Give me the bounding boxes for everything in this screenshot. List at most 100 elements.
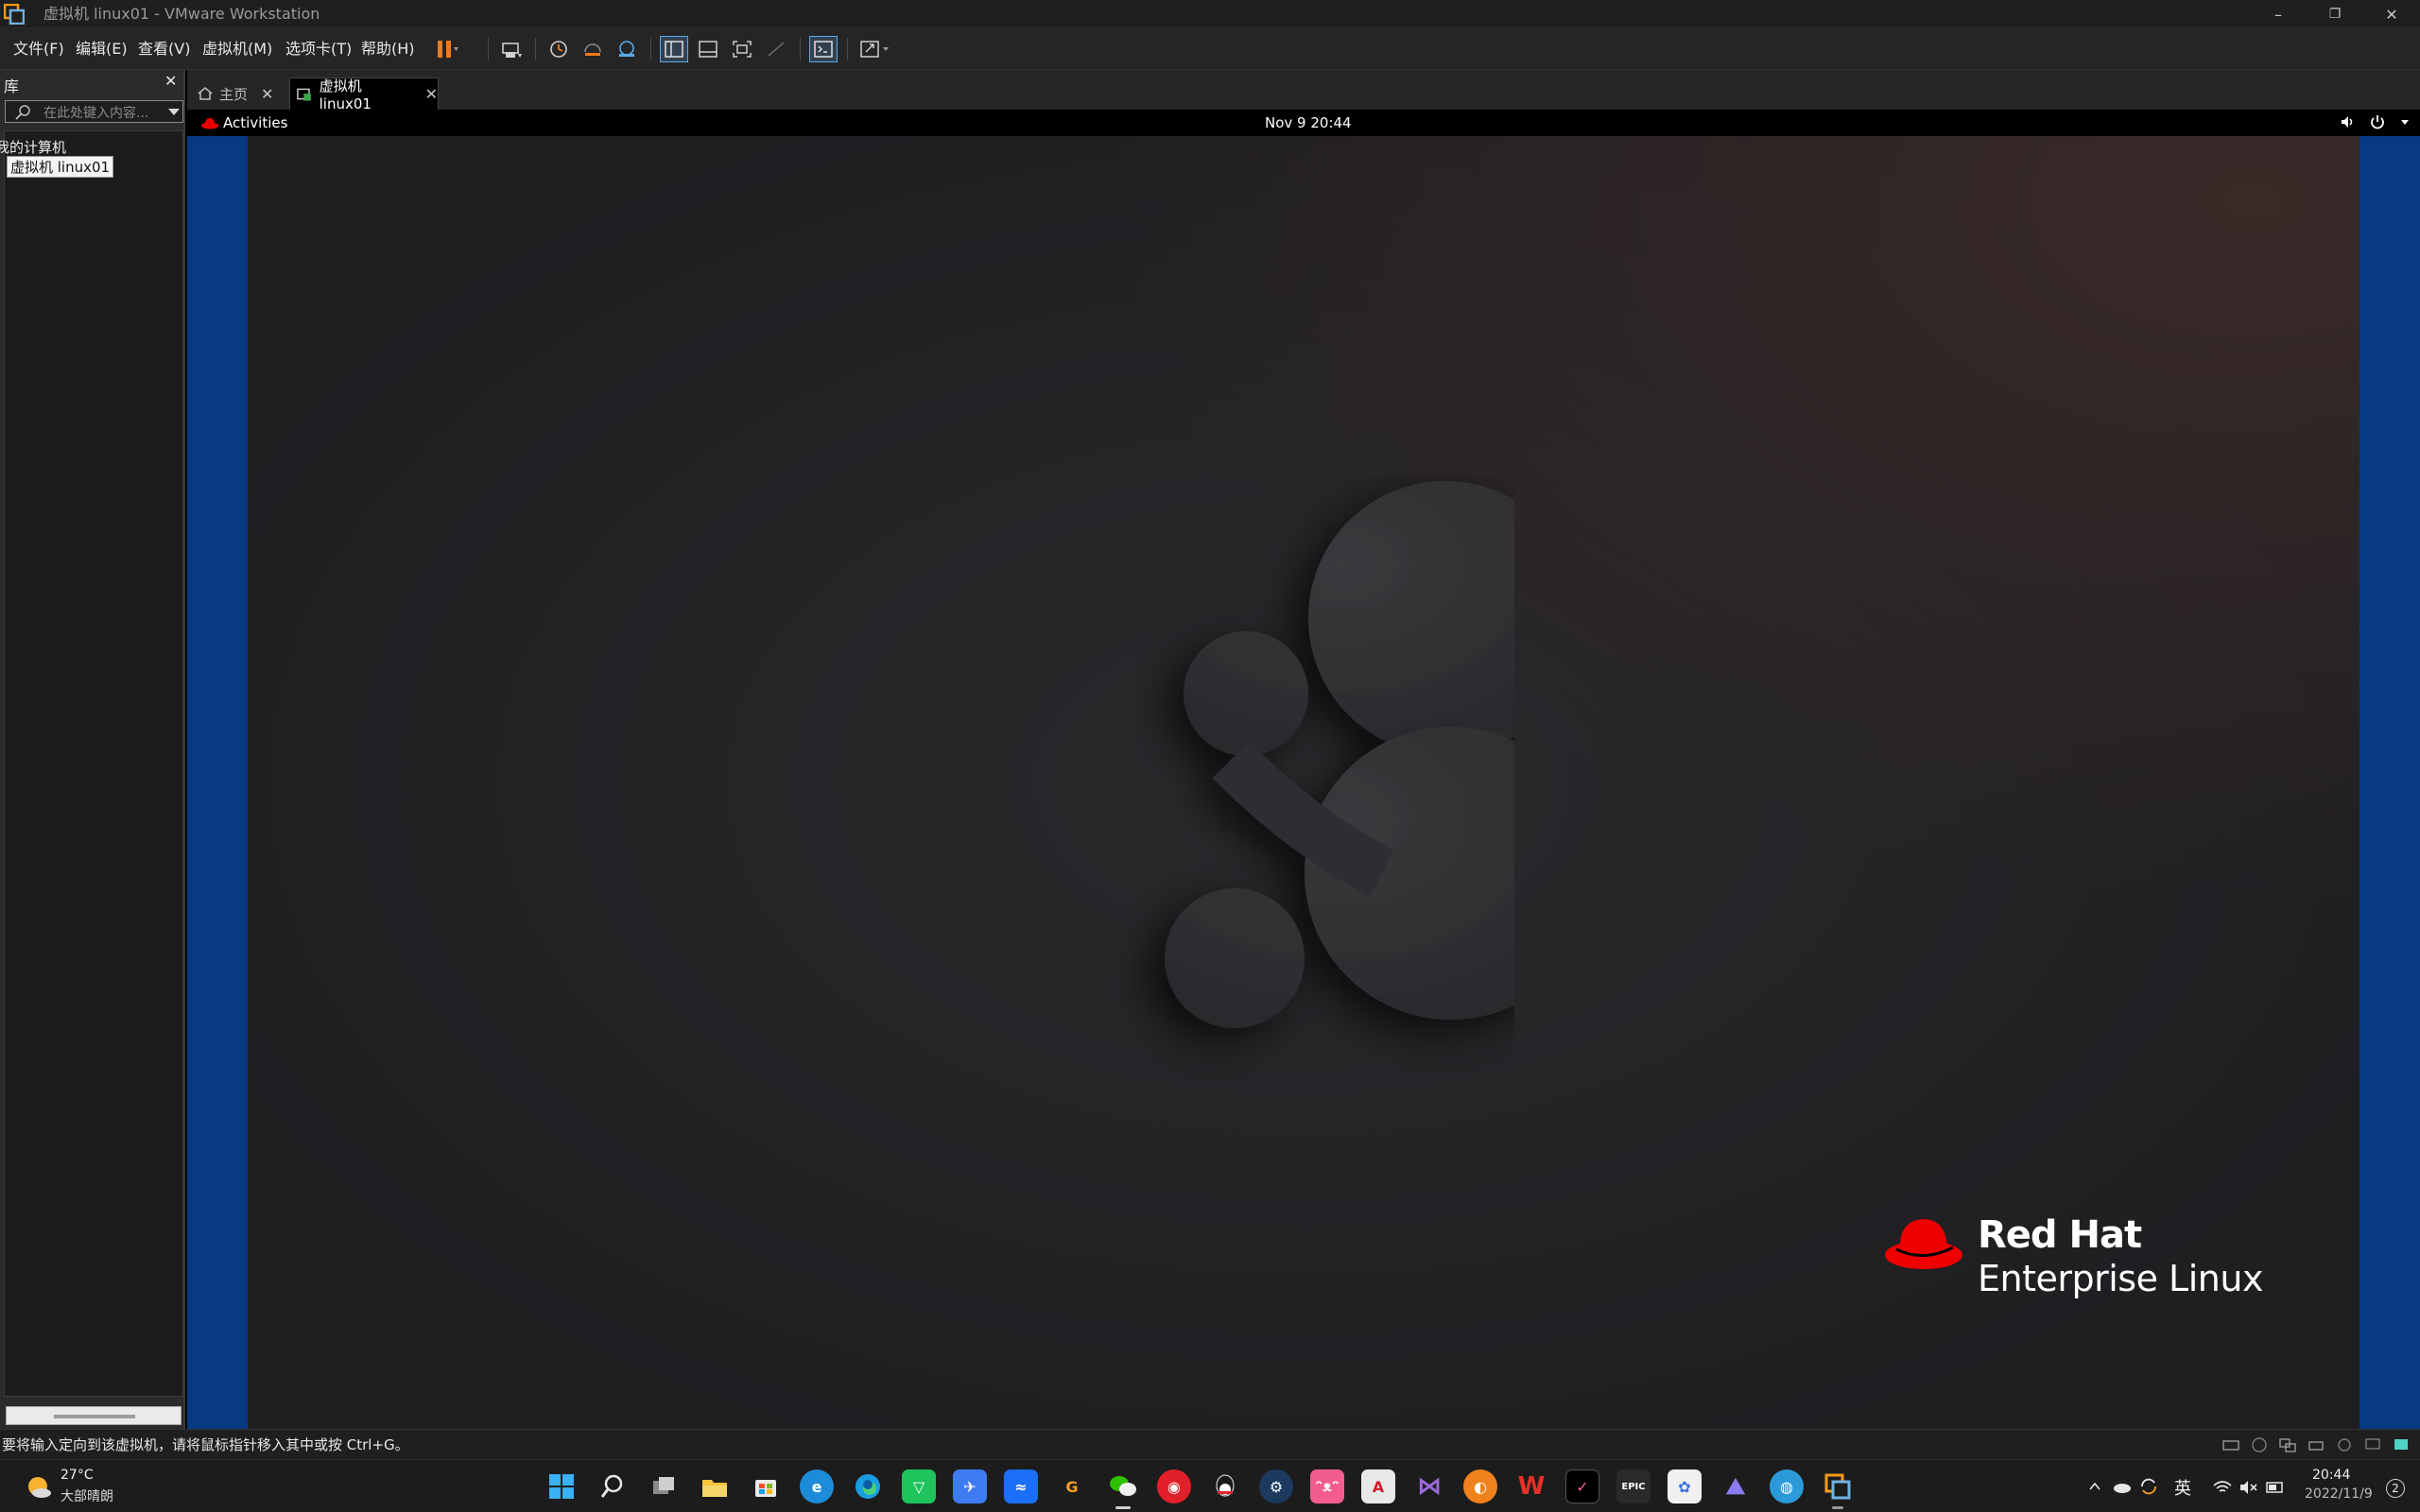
library-title: 库 bbox=[4, 77, 20, 95]
grammarly-icon[interactable]: G bbox=[1055, 1469, 1089, 1503]
sound-card-icon[interactable] bbox=[2335, 1436, 2354, 1453]
image-viewer-icon[interactable]: ⛰ bbox=[1719, 1469, 1753, 1503]
revert-snapshot-button[interactable] bbox=[579, 36, 607, 62]
visual-studio-icon[interactable]: ⋈ bbox=[1412, 1469, 1446, 1503]
weather-widget[interactable]: 27°C 大部晴朗 bbox=[25, 1468, 138, 1505]
send-ctrl-alt-del-button[interactable] bbox=[497, 36, 526, 62]
minimize-button[interactable]: – bbox=[2250, 0, 2307, 28]
taskbar-time[interactable]: 20:44 bbox=[2312, 1468, 2350, 1483]
menu-view[interactable]: 查看(V) bbox=[138, 28, 190, 70]
printer-icon[interactable] bbox=[2307, 1436, 2325, 1453]
start-icon[interactable] bbox=[544, 1469, 579, 1503]
pause-button[interactable] bbox=[433, 36, 461, 62]
weather-temperature: 27°C bbox=[60, 1468, 94, 1483]
menu-edit[interactable]: 编辑(E) bbox=[76, 28, 128, 70]
rhel-desktop-wallpaper[interactable]: Red Hat Enterprise Linux bbox=[248, 136, 2360, 1429]
menu-tabs[interactable]: 选项卡(T) bbox=[285, 28, 352, 70]
taskbar-date[interactable]: 2022/11/9 bbox=[2305, 1486, 2373, 1502]
vmware-icon[interactable] bbox=[1821, 1469, 1855, 1509]
steam-icon[interactable]: ⚙ bbox=[1259, 1469, 1293, 1503]
tab-home-close-button[interactable]: ✕ bbox=[261, 85, 273, 103]
lanhu-icon[interactable]: ≈ bbox=[1004, 1469, 1038, 1503]
display-icon[interactable] bbox=[2363, 1436, 2382, 1453]
vm-tab-icon bbox=[297, 88, 311, 101]
qq-icon[interactable] bbox=[1208, 1469, 1242, 1503]
netease-music-icon[interactable]: ◉ bbox=[1157, 1469, 1191, 1503]
library-panel: 库 ✕ 在此处键入内容... 我的计算机 虚拟机 linux01 bbox=[0, 70, 185, 1429]
full-screen-button[interactable] bbox=[728, 36, 756, 62]
restore-button[interactable]: ❐ bbox=[2307, 0, 2363, 28]
running-indicator bbox=[1832, 1506, 1843, 1509]
library-close-button[interactable]: ✕ bbox=[164, 72, 177, 90]
sidebar-layout-icon bbox=[665, 41, 683, 58]
windows-taskbar: 27°C 大部晴朗 e ▽ ✈ ≈ G ◉ ⚙ ᵔᴥᵔ A ⋈ ◐ W ✓ EP… bbox=[0, 1459, 2420, 1512]
library-tree[interactable]: 我的计算机 虚拟机 linux01 bbox=[0, 130, 183, 1397]
autocad-icon[interactable]: A bbox=[1361, 1469, 1395, 1503]
input-method-indicator[interactable]: 英 bbox=[2174, 1475, 2191, 1500]
epic-games-icon[interactable]: EPIC bbox=[1616, 1469, 1651, 1503]
show-library-button[interactable] bbox=[660, 36, 688, 62]
window-title: 虚拟机 linux01 - VMware Workstation bbox=[43, 5, 320, 23]
hard-disk-icon[interactable] bbox=[2221, 1436, 2240, 1453]
tab-home[interactable]: 主页 ✕ bbox=[197, 77, 284, 110]
wifi-icon[interactable] bbox=[2212, 1479, 2233, 1496]
vm-console[interactable]: Activities Nov 9 20:44 Red Hat Enterpris… bbox=[187, 110, 2420, 1429]
chevron-down-icon[interactable] bbox=[168, 109, 180, 115]
jetbrains-icon[interactable]: ✓ bbox=[1565, 1469, 1599, 1503]
tree-item-my-computer[interactable]: 我的计算机 bbox=[0, 137, 66, 157]
app-orange-icon[interactable]: ◐ bbox=[1463, 1469, 1497, 1503]
tree-item-vm-linux01[interactable]: 虚拟机 linux01 bbox=[7, 156, 114, 178]
device-status-icons[interactable] bbox=[2221, 1436, 2411, 1453]
tab-vm-close-button[interactable]: ✕ bbox=[425, 85, 438, 103]
library-search-placeholder: 在此处键入内容... bbox=[43, 106, 149, 121]
network-adapter-icon[interactable] bbox=[2278, 1436, 2297, 1453]
tab-vm-linux01[interactable]: 虚拟机 linux01 ✕ bbox=[289, 77, 439, 112]
sync-icon[interactable] bbox=[2138, 1477, 2159, 1496]
battery-icon[interactable] bbox=[2265, 1479, 2286, 1496]
file-explorer-icon[interactable] bbox=[698, 1469, 732, 1503]
menu-help[interactable]: 帮助(H) bbox=[361, 28, 415, 70]
status-message: 要将输入定向到该虚拟机，请将鼠标指针移入其中或按 Ctrl+G。 bbox=[2, 1436, 409, 1453]
show-thumbnail-bar-button[interactable] bbox=[694, 36, 722, 62]
keyboard-send-icon bbox=[502, 43, 522, 58]
toolbar-separator bbox=[535, 38, 536, 60]
chevron-up-icon[interactable] bbox=[2087, 1479, 2102, 1494]
store-icon[interactable] bbox=[749, 1469, 783, 1503]
edge-icon[interactable] bbox=[851, 1469, 885, 1503]
bilibili-icon[interactable]: ᵔᴥᵔ bbox=[1310, 1469, 1344, 1503]
snapshot-manager-button[interactable] bbox=[613, 36, 641, 62]
onedrive-cloud-icon[interactable] bbox=[2112, 1479, 2133, 1494]
close-button[interactable]: ✕ bbox=[2363, 0, 2420, 28]
volume-muted-icon[interactable] bbox=[2238, 1479, 2259, 1496]
unity-mode-button[interactable] bbox=[762, 36, 790, 62]
redhat-small-icon bbox=[201, 118, 218, 129]
library-horizontal-scrollbar[interactable] bbox=[6, 1406, 182, 1425]
brand-line-2: Enterprise Linux bbox=[1978, 1258, 2263, 1299]
gnome-clock[interactable]: Nov 9 20:44 bbox=[1265, 110, 1352, 136]
ie-icon[interactable]: e bbox=[800, 1469, 834, 1503]
gnome-system-menu[interactable] bbox=[2339, 113, 2411, 130]
toolbar-separator bbox=[847, 38, 848, 60]
wechat-icon[interactable] bbox=[1106, 1469, 1140, 1509]
rhel-8-wallpaper-graphic bbox=[1165, 481, 1514, 1029]
menu-vm[interactable]: 虚拟机(M) bbox=[202, 28, 272, 70]
search-icon[interactable] bbox=[596, 1469, 630, 1503]
library-search-input[interactable]: 在此处键入内容... bbox=[5, 100, 183, 123]
menu-file[interactable]: 文件(F) bbox=[13, 28, 64, 70]
scrollbar-thumb[interactable] bbox=[54, 1415, 135, 1418]
wechat-work-icon[interactable]: ▽ bbox=[902, 1469, 936, 1503]
task-view-icon[interactable] bbox=[647, 1469, 681, 1503]
wps-icon[interactable]: W bbox=[1514, 1469, 1548, 1503]
cd-dvd-icon[interactable] bbox=[2250, 1436, 2269, 1453]
window-title-bar[interactable]: 虚拟机 linux01 - VMware Workstation – ❐ ✕ bbox=[0, 0, 2420, 28]
console-view-button[interactable] bbox=[809, 36, 838, 62]
snapshot-button[interactable] bbox=[544, 36, 573, 62]
feishu-icon[interactable]: ✈ bbox=[953, 1469, 987, 1503]
gnome-activities-button[interactable]: Activities bbox=[223, 110, 287, 136]
stretch-guest-button[interactable] bbox=[856, 36, 902, 62]
collab-icon[interactable]: ✿ bbox=[1668, 1469, 1702, 1503]
message-log-icon[interactable] bbox=[2392, 1436, 2411, 1453]
tab-strip: 主页 ✕ 虚拟机 linux01 ✕ bbox=[187, 70, 2420, 112]
notification-badge[interactable]: 2 bbox=[2386, 1479, 2405, 1498]
browser-globe-icon[interactable]: ◍ bbox=[1770, 1469, 1804, 1503]
